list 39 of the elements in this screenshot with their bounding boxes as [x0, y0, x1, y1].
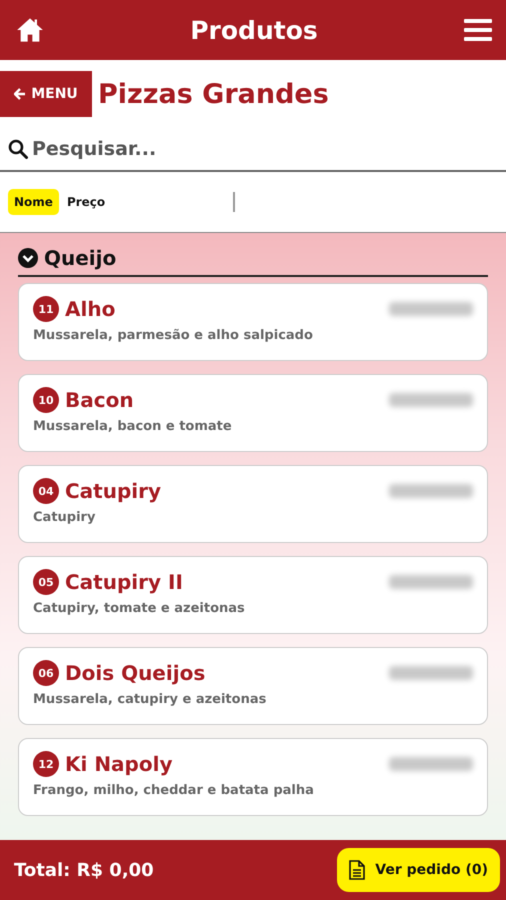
- product-description: Catupiry, tomate e azeitonas: [33, 601, 246, 616]
- product-card[interactable]: 06 Dois Queijos Mussarela, catupiry e azeitonas: [18, 647, 488, 725]
- product-description: Mussarela, bacon e tomate: [33, 419, 233, 434]
- order-total: Total: R$ 0,00: [14, 860, 154, 880]
- search-field[interactable]: Pesquisar...: [32, 138, 432, 160]
- page-title: Produtos: [190, 16, 318, 44]
- product-card[interactable]: 11 Alho Mussarela, parmesão e alho salpicado: [18, 283, 488, 361]
- product-card[interactable]: 10 Bacon Mussarela, bacon e tomate: [18, 374, 488, 452]
- number-badge: 11: [33, 296, 59, 322]
- number-badge: 12: [33, 751, 59, 777]
- back-button[interactable]: MENU: [0, 71, 92, 117]
- product-name: Catupiry II: [65, 570, 184, 594]
- product-name: Ki Napoly: [65, 752, 174, 776]
- chevron-icon[interactable]: [18, 248, 38, 268]
- arrow-left-icon: [14, 88, 26, 100]
- product-card[interactable]: 04 Catupiry Catupiry: [18, 465, 488, 543]
- search-icon: [8, 139, 28, 159]
- view-order-button[interactable]: Ver pedido (0): [337, 848, 500, 892]
- home-icon[interactable]: [16, 17, 44, 43]
- menu-icon[interactable]: [464, 19, 492, 41]
- section-title[interactable]: Queijo: [44, 246, 116, 270]
- product-description: Frango, milho, cheddar e batata palha: [33, 783, 315, 798]
- product-card[interactable]: 12 Ki Napoly Frango, milho, cheddar e batata palha: [18, 738, 488, 816]
- product-name: Catupiry: [65, 479, 162, 503]
- category-title: Pizzas Grandes: [98, 78, 329, 110]
- product-card[interactable]: 05 Catupiry II Catupiry, tomate e azeitonas: [18, 556, 488, 634]
- number-badge: 06: [33, 660, 59, 686]
- number-badge: 05: [33, 569, 59, 595]
- product-name: Dois Queijos: [65, 661, 206, 685]
- product-description: Mussarela, catupiry e azeitonas: [33, 692, 268, 707]
- number-badge: 04: [33, 478, 59, 504]
- number-badge: 10: [33, 387, 59, 413]
- sort-option[interactable]: Nome: [8, 189, 59, 215]
- sort-option[interactable]: Preço: [60, 189, 112, 215]
- product-name: Bacon: [65, 388, 135, 412]
- product-description: Catupiry: [33, 510, 96, 525]
- product-description: Mussarela, parmesão e alho salpicado: [33, 328, 314, 343]
- document-icon: [349, 860, 366, 880]
- product-name: Alho: [65, 297, 116, 321]
